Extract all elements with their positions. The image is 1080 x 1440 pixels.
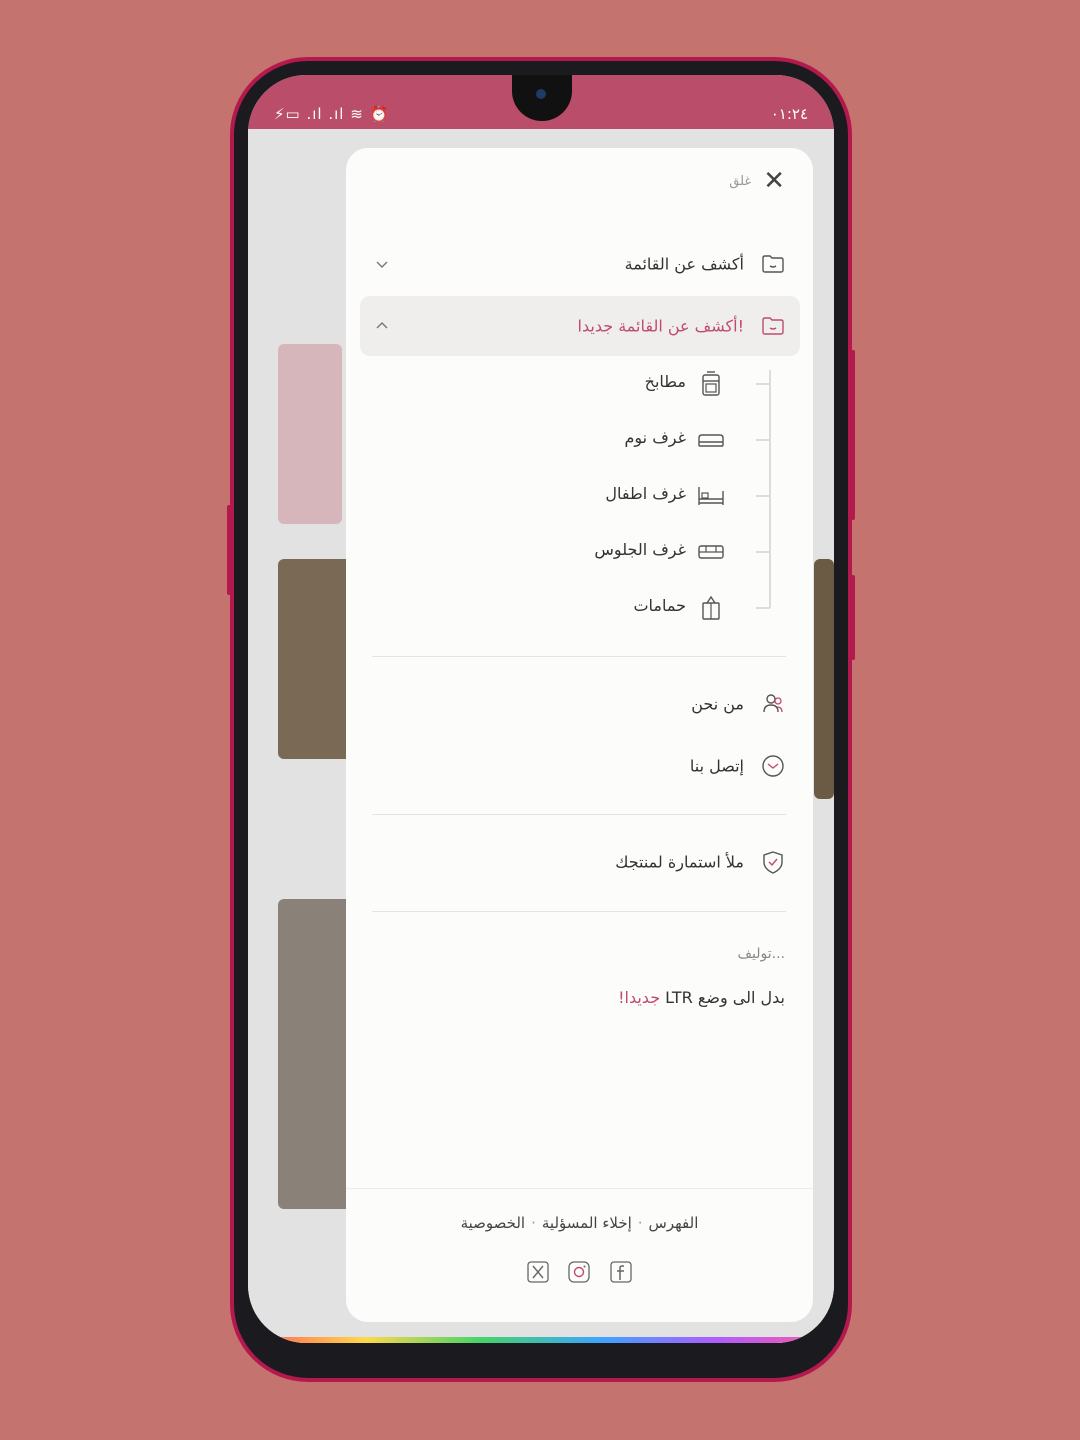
folder-icon <box>762 255 784 273</box>
menu-item-label: ملأ استمارة لمنتجك <box>615 852 744 872</box>
submenu-item-kids-rooms[interactable]: غرف اطفال <box>360 476 800 516</box>
tree-connector <box>756 439 770 441</box>
menu-item-label: من نحن <box>691 694 744 714</box>
tree-connector <box>756 383 770 385</box>
menu-item-about-us[interactable]: من نحن <box>360 674 800 734</box>
menu-item-label: إتصل بنا <box>689 756 744 776</box>
facebook-icon[interactable] <box>609 1260 633 1284</box>
background-image <box>814 559 834 799</box>
submenu-label: غرف نوم <box>624 428 687 447</box>
chevron-up-icon[interactable] <box>374 318 390 334</box>
tree-connector <box>756 495 770 497</box>
status-bar: ⚡▭ .ıl .ıl ≋ ⏰ ٠١:٢٤ <box>248 75 834 129</box>
chevron-down-icon[interactable] <box>374 256 390 272</box>
submenu-item-bathrooms[interactable]: حمامات <box>360 588 800 628</box>
side-menu-panel: ✕ غلق أكشف عن القائمة أكشف عن القائمة جد… <box>346 148 813 1322</box>
new-badge: جديدا! <box>618 988 661 1007</box>
close-label: غلق <box>729 173 752 189</box>
background-image <box>278 344 342 524</box>
phone-side-button <box>851 575 855 660</box>
shield-check-icon <box>763 851 783 874</box>
menu-item-fill-form[interactable]: ملأ استمارة لمنتجك <box>360 832 800 892</box>
phone-side-button <box>851 350 855 520</box>
section-label: توليف... <box>737 946 785 962</box>
status-time: ٠١:٢٤ <box>770 105 808 123</box>
instagram-icon[interactable] <box>567 1260 591 1284</box>
kids-bed-icon <box>698 487 724 505</box>
footer-divider <box>346 1188 813 1189</box>
ltr-switch-link[interactable]: بدل الى وضع LTR جديدا! <box>618 988 785 1007</box>
footer-link-disclaimer[interactable]: إخلاء المسؤلية <box>542 1214 632 1232</box>
users-icon <box>763 694 783 713</box>
menu-item-explore[interactable]: أكشف عن القائمة <box>360 234 800 294</box>
submenu-label: مطابخ <box>644 372 686 391</box>
divider <box>372 814 786 815</box>
footer-links: الفهرس · إخلاء المسؤلية · الخصوصية <box>346 1214 813 1232</box>
edge-light <box>248 1337 834 1343</box>
status-icons: ⚡▭ .ıl .ıl ≋ ⏰ <box>274 105 390 123</box>
footer-link-privacy[interactable]: الخصوصية <box>461 1214 525 1232</box>
x-icon[interactable] <box>526 1260 550 1284</box>
submenu-label: غرف اطفال <box>605 484 686 503</box>
phone-side-button <box>227 505 231 595</box>
submenu-item-bedrooms[interactable]: غرف نوم <box>360 420 800 460</box>
divider <box>372 656 786 657</box>
menu-item-explore-new[interactable]: أكشف عن القائمة جديدا! <box>360 296 800 356</box>
menu-item-contact-us[interactable]: إتصل بنا <box>360 736 800 796</box>
footer-link-index[interactable]: الفهرس <box>649 1214 699 1232</box>
kitchen-icon <box>702 371 720 396</box>
tree-connector <box>756 607 770 609</box>
submenu-item-kitchens[interactable]: مطابخ <box>360 364 800 404</box>
divider <box>372 911 786 912</box>
menu-item-label: أكشف عن القائمة <box>624 254 744 274</box>
sofa-icon <box>698 545 724 559</box>
submenu-item-living-rooms[interactable]: غرف الجلوس <box>360 532 800 572</box>
close-icon[interactable]: ✕ <box>763 168 785 194</box>
menu-item-label: أكشف عن القائمة جديدا! <box>577 316 744 336</box>
bathroom-icon <box>702 595 720 620</box>
camera-notch <box>512 75 572 121</box>
folder-icon <box>762 317 784 335</box>
submenu-label: غرف الجلوس <box>594 540 686 559</box>
tree-connector <box>756 551 770 553</box>
camera-icon <box>536 89 546 99</box>
submenu-label: حمامات <box>633 596 686 615</box>
close-button[interactable]: ✕ غلق <box>729 168 785 194</box>
ltr-switch-label: بدل الى وضع LTR <box>665 988 785 1007</box>
separator: · <box>637 1214 643 1232</box>
separator: · <box>531 1214 536 1232</box>
bed-icon <box>698 434 724 447</box>
mail-icon <box>762 755 784 777</box>
